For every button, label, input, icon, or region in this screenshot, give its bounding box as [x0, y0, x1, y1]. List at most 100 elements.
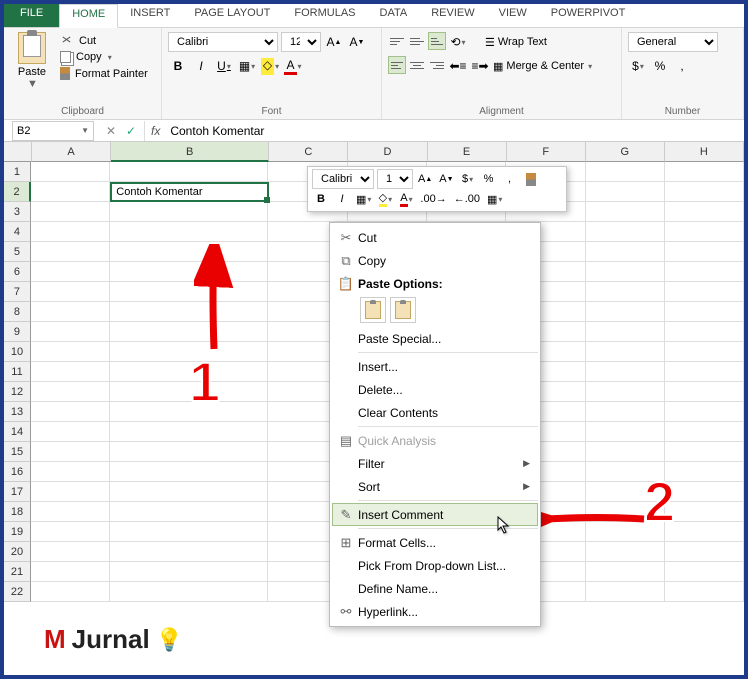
cell-B3[interactable] [110, 202, 268, 222]
cut-button[interactable]: Cut [60, 34, 148, 47]
align-right-button[interactable] [428, 56, 446, 74]
cell-B2[interactable]: Contoh Komentar [110, 182, 268, 202]
tab-review[interactable]: REVIEW [419, 4, 486, 27]
row-header-4[interactable]: 4 [4, 222, 31, 242]
cell-G14[interactable] [586, 422, 665, 442]
select-all-button[interactable] [4, 142, 32, 162]
cell-B7[interactable] [110, 282, 268, 302]
column-header-F[interactable]: F [507, 142, 586, 162]
mini-inc-decimal[interactable]: .00→ [418, 190, 448, 208]
row-header-17[interactable]: 17 [4, 482, 31, 502]
italic-button[interactable]: I [191, 56, 211, 76]
cell-B19[interactable] [110, 522, 268, 542]
tab-formulas[interactable]: FORMULAS [282, 4, 367, 27]
column-header-C[interactable]: C [269, 142, 348, 162]
cell-G6[interactable] [586, 262, 665, 282]
tab-home[interactable]: HOME [59, 4, 118, 28]
cell-G11[interactable] [586, 362, 665, 382]
cell-H5[interactable] [665, 242, 744, 262]
cell-A5[interactable] [31, 242, 110, 262]
tab-file[interactable]: FILE [4, 4, 59, 27]
cell-H1[interactable] [665, 162, 744, 182]
cell-G12[interactable] [586, 382, 665, 402]
tab-view[interactable]: VIEW [487, 4, 539, 27]
cell-A7[interactable] [31, 282, 110, 302]
cell-A3[interactable] [31, 202, 110, 222]
ctx-cut[interactable]: ✂Cut [332, 226, 538, 249]
ctx-clear-contents[interactable]: Clear Contents [332, 401, 538, 424]
wrap-text-button[interactable]: ☰ Wrap Text [484, 32, 548, 52]
underline-button[interactable]: U▾ [214, 56, 234, 76]
cell-H8[interactable] [665, 302, 744, 322]
row-header-18[interactable]: 18 [4, 502, 31, 522]
cell-B8[interactable] [110, 302, 268, 322]
mini-font-color[interactable]: A▾ [397, 190, 415, 208]
cell-A4[interactable] [31, 222, 110, 242]
align-center-button[interactable] [408, 56, 426, 74]
ctx-paste-special[interactable]: Paste Special... [332, 327, 538, 350]
cell-G10[interactable] [586, 342, 665, 362]
tab-page-layout[interactable]: PAGE LAYOUT [182, 4, 282, 27]
cell-A11[interactable] [31, 362, 110, 382]
cell-G21[interactable] [586, 562, 665, 582]
mini-borders[interactable]: ▦▾ [354, 190, 373, 208]
cell-A6[interactable] [31, 262, 110, 282]
column-header-A[interactable]: A [32, 142, 111, 162]
column-header-B[interactable]: B [111, 142, 269, 162]
accounting-format-button[interactable]: $▾ [628, 56, 648, 76]
cell-H16[interactable] [665, 462, 744, 482]
cell-G4[interactable] [586, 222, 665, 242]
fill-color-button[interactable]: ◇▾ [260, 56, 280, 76]
cell-A19[interactable] [31, 522, 110, 542]
cell-G7[interactable] [586, 282, 665, 302]
cell-A8[interactable] [31, 302, 110, 322]
bold-button[interactable]: B [168, 56, 188, 76]
cell-H15[interactable] [665, 442, 744, 462]
cell-H17[interactable] [665, 482, 744, 502]
row-header-11[interactable]: 11 [4, 362, 31, 382]
tab-insert[interactable]: INSERT [118, 4, 182, 27]
mini-italic[interactable]: I [333, 190, 351, 208]
enter-button[interactable]: ✓ [122, 124, 140, 138]
cell-H18[interactable] [665, 502, 744, 522]
align-bottom-button[interactable] [428, 32, 446, 50]
cell-H4[interactable] [665, 222, 744, 242]
column-header-G[interactable]: G [586, 142, 665, 162]
mini-format-painter[interactable] [522, 170, 540, 188]
column-header-H[interactable]: H [665, 142, 744, 162]
align-left-button[interactable] [388, 56, 406, 74]
cell-G15[interactable] [586, 442, 665, 462]
cell-H13[interactable] [665, 402, 744, 422]
copy-button[interactable]: Copy▾ [60, 51, 148, 63]
cell-G20[interactable] [586, 542, 665, 562]
cell-H9[interactable] [665, 322, 744, 342]
ctx-insert[interactable]: Insert... [332, 355, 538, 378]
cell-A15[interactable] [31, 442, 110, 462]
row-header-20[interactable]: 20 [4, 542, 31, 562]
cell-A17[interactable] [31, 482, 110, 502]
cell-H21[interactable] [665, 562, 744, 582]
cell-H19[interactable] [665, 522, 744, 542]
paste-button[interactable]: Paste ▼ [10, 32, 54, 90]
cell-A22[interactable] [31, 582, 110, 602]
cell-A20[interactable] [31, 542, 110, 562]
font-color-button[interactable]: A▾ [283, 56, 303, 76]
cell-G3[interactable] [586, 202, 665, 222]
row-header-3[interactable]: 3 [4, 202, 31, 222]
ctx-hyperlink[interactable]: ⚯Hyperlink... [332, 600, 538, 623]
cell-H20[interactable] [665, 542, 744, 562]
cell-G9[interactable] [586, 322, 665, 342]
row-header-9[interactable]: 9 [4, 322, 31, 342]
cell-B20[interactable] [110, 542, 268, 562]
cell-B16[interactable] [110, 462, 268, 482]
row-header-7[interactable]: 7 [4, 282, 31, 302]
row-header-13[interactable]: 13 [4, 402, 31, 422]
ctx-pick-dropdown[interactable]: Pick From Drop-down List... [332, 554, 538, 577]
cell-A18[interactable] [31, 502, 110, 522]
cell-G13[interactable] [586, 402, 665, 422]
cell-B21[interactable] [110, 562, 268, 582]
cell-G22[interactable] [586, 582, 665, 602]
mini-fill-color[interactable]: ◇▾ [376, 190, 394, 208]
cell-A12[interactable] [31, 382, 110, 402]
percent-button[interactable]: % [650, 56, 670, 76]
